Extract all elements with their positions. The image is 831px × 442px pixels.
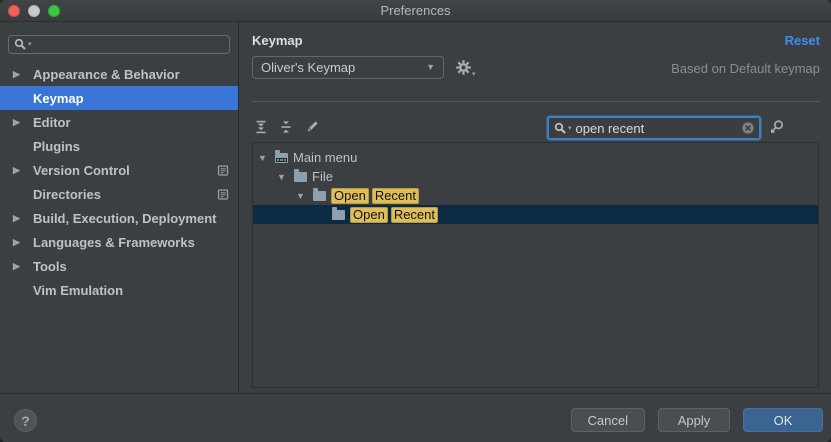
title-bar: Preferences [0,0,831,22]
sidebar-item-plugins[interactable]: Plugins [0,134,238,158]
clear-search-button[interactable] [741,121,755,135]
folder-icon [313,191,326,201]
sidebar-item-label: Plugins [33,139,80,154]
collapse-arrow-icon[interactable]: ▼ [296,191,313,201]
reset-link[interactable]: Reset [785,33,820,48]
keymap-action-tree: ▼Main menu▼File▼OpenRecentOpenRecent [252,142,819,388]
collapse-arrow-icon[interactable]: ▼ [277,172,294,182]
sidebar-items: ▶Appearance & BehaviorKeymap▶EditorPlugi… [0,62,238,302]
expand-arrow-icon[interactable]: ▶ [13,261,33,272]
header-separator [252,101,820,102]
chevron-down-icon: ▼ [426,63,435,72]
keymap-settings-panel: Keymap Reset Oliver's Keymap ▼ [239,22,831,393]
preferences-dialog: Preferences ▾ ▶Appearance & BehaviorKeym… [0,0,831,442]
tree-row-open-recent[interactable]: ▼ OpenRecent [253,186,818,205]
pencil-icon [305,120,319,134]
sidebar-item-directories[interactable]: Directories [0,182,238,206]
sidebar-item-vim-emulation[interactable]: Vim Emulation [0,278,238,302]
tree-row-label: OpenRecent [350,207,441,223]
tree-text: File [312,169,333,184]
sidebar-item-label: Build, Execution, Deployment [33,211,216,226]
search-match-highlight: Open [350,207,388,223]
search-match-highlight: Recent [372,188,419,204]
expand-arrow-icon[interactable]: ▶ [13,69,33,80]
expand-arrow-icon[interactable]: ▶ [13,213,33,224]
keymap-select[interactable]: Oliver's Keymap ▼ [252,56,444,79]
expand-arrow-icon[interactable]: ▶ [13,165,33,176]
keymap-select-value: Oliver's Keymap [261,60,355,75]
sidebar-item-label: Appearance & Behavior [33,67,180,82]
close-window-button[interactable] [8,5,20,17]
ok-button[interactable]: OK [743,408,823,432]
per-project-settings-icon [217,188,229,201]
cancel-button[interactable]: Cancel [571,408,645,432]
action-search-field[interactable]: ▾ [547,116,761,140]
main-menu-icon [275,153,288,163]
expand-arrow-icon[interactable]: ▶ [13,237,33,248]
collapse-all-icon [279,120,293,134]
search-options-caret-icon[interactable]: ▾ [28,41,32,48]
sidebar-item-version-control[interactable]: ▶Version Control [0,158,238,182]
dialog-buttons: Cancel Apply OK [571,408,823,432]
apply-button[interactable]: Apply [658,408,730,432]
tree-row-label: Main menu [293,150,357,165]
dialog-footer: ? Cancel Apply OK [0,393,831,442]
settings-sidebar: ▾ ▶Appearance & BehaviorKeymap▶EditorPlu… [0,22,239,393]
expand-arrow-icon[interactable]: ▶ [13,117,33,128]
gear-icon [455,59,472,76]
search-match-highlight: Open [331,188,369,204]
edit-shortcut-button[interactable] [304,119,320,135]
sidebar-item-label: Directories [33,187,101,202]
collapse-arrow-icon[interactable]: ▼ [258,153,275,163]
per-project-settings-icon [217,164,229,177]
page-title: Keymap [252,33,303,48]
tree-row-open-recent[interactable]: OpenRecent [253,205,818,224]
sidebar-item-build-execution-deployment[interactable]: ▶Build, Execution, Deployment [0,206,238,230]
settings-search-input[interactable] [33,37,224,53]
sidebar-item-editor[interactable]: ▶Editor [0,110,238,134]
keymap-gear-button[interactable]: ▾ [455,59,476,76]
tree-row-main-menu[interactable]: ▼ Main menu [253,148,818,167]
window-title: Preferences [0,0,831,22]
sidebar-item-languages-frameworks[interactable]: ▶Languages & Frameworks [0,230,238,254]
folder-icon [332,210,345,220]
expand-all-button[interactable] [253,119,269,135]
folder-icon [294,172,307,182]
search-match-highlight: Recent [391,207,438,223]
sidebar-item-label: Vim Emulation [33,283,123,298]
sidebar-item-label: Tools [33,259,67,274]
zoom-window-button[interactable] [48,5,60,17]
search-icon [14,38,27,51]
help-button[interactable]: ? [14,409,37,432]
tree-text: Main menu [293,150,357,165]
tree-row-file[interactable]: ▼ File [253,167,818,186]
expand-all-icon [254,120,268,134]
traffic-lights [8,5,60,17]
sidebar-item-keymap[interactable]: Keymap [0,86,238,110]
sidebar-item-label: Editor [33,115,71,130]
sidebar-item-label: Languages & Frameworks [33,235,195,250]
sidebar-item-appearance-behavior[interactable]: ▶Appearance & Behavior [0,62,238,86]
search-options-caret-icon[interactable]: ▾ [568,125,572,132]
find-by-shortcut-icon [769,119,785,135]
minimize-window-button [28,5,40,17]
find-by-shortcut-button[interactable] [769,119,785,135]
close-icon [741,121,755,135]
gear-caret-icon: ▾ [472,70,476,78]
sidebar-item-label: Keymap [33,91,84,106]
tree-row-label: OpenRecent [331,188,422,204]
collapse-all-button[interactable] [278,119,294,135]
sidebar-item-tools[interactable]: ▶Tools [0,254,238,278]
question-mark-icon: ? [21,413,30,429]
search-icon [554,122,567,135]
tree-row-label: File [312,169,333,184]
settings-search-box[interactable]: ▾ [8,35,230,54]
action-search-input[interactable] [573,120,740,137]
sidebar-item-label: Version Control [33,163,130,178]
based-on-label: Based on Default keymap [671,61,820,76]
